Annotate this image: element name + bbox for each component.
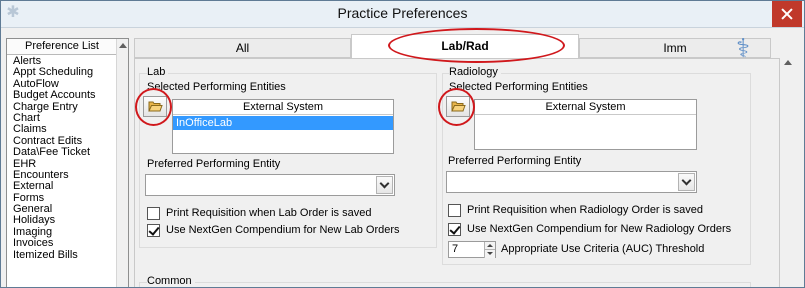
preference-list-header[interactable]: Preference List [7,39,117,55]
radiology-preferred-entity-select[interactable] [446,171,697,193]
preference-list[interactable]: Preference List Alerts Appt Scheduling A… [6,38,129,287]
lab-preferred-entity-select[interactable] [145,174,395,196]
chevron-down-icon [379,178,390,189]
pref-item-ehr[interactable]: EHR [13,159,113,170]
preference-items: Alerts Appt Scheduling AutoFlow Budget A… [13,56,113,261]
scroll-up-arrow-icon[interactable] [119,43,127,48]
spin-up-button[interactable] [484,242,495,250]
radiology-group-title: Radiology [449,66,501,78]
common-group-title: Common [147,275,195,287]
spin-down-button[interactable] [484,250,495,258]
lab-selected-entities-label: Selected Performing Entities [147,81,286,93]
pref-item-holidays[interactable]: Holidays [13,215,113,226]
lab-print-requisition-label: Print Requisition when Lab Order is save… [166,207,372,219]
pref-item-chart[interactable]: Chart [13,113,113,124]
radiology-entities-table[interactable]: External System [474,99,697,150]
pref-item-claims[interactable]: Claims [13,124,113,135]
dropdown-button[interactable] [376,176,393,194]
pref-item-external[interactable]: External [13,181,113,192]
pref-item-appt-scheduling[interactable]: Appt Scheduling [13,67,113,78]
pref-item-alerts[interactable]: Alerts [13,56,113,67]
auc-threshold-spinner[interactable]: 7 [448,241,496,258]
radiology-compendium-checkbox[interactable] [448,223,461,236]
radiology-compendium-label: Use NextGen Compendium for New Radiology… [467,223,732,235]
auc-threshold-label: Appropriate Use Criteria (AUC) Threshold [501,243,705,255]
dropdown-button[interactable] [678,173,695,191]
tab-scrollbar[interactable] [781,38,793,278]
chevron-down-icon [681,175,692,186]
close-button[interactable] [772,1,802,27]
pref-item-data-fee-ticket[interactable]: Data\Fee Ticket [13,147,113,158]
pref-item-forms[interactable]: Forms [13,193,113,204]
pref-item-budget-accounts[interactable]: Budget Accounts [13,90,113,101]
radiology-print-requisition-label: Print Requisition when Radiology Order i… [467,204,704,216]
pref-item-invoices[interactable]: Invoices [13,238,113,249]
tab-all[interactable]: All [134,38,351,58]
common-group [139,282,751,287]
lab-group-title: Lab [147,66,169,78]
lab-print-requisition-checkbox[interactable] [147,207,160,220]
annotation-circle-lab-rad-tab [388,28,565,63]
pref-item-imaging[interactable]: Imaging [13,227,113,238]
lab-entities-table[interactable]: External System InOfficeLab [172,99,394,154]
pref-item-encounters[interactable]: Encounters [13,170,113,181]
scroll-up-arrow-icon[interactable] [784,60,792,65]
annotation-circle-radiology-folder [438,88,475,126]
title-bar: ✱ Practice Preferences [1,1,804,28]
radiology-preferred-entity-label: Preferred Performing Entity [448,155,582,167]
practice-preferences-window: ✱ Practice Preferences Preference List A… [0,0,805,288]
auc-threshold-value[interactable]: 7 [452,243,458,255]
annotation-circle-lab-folder [135,88,172,126]
pref-item-itemized-bills[interactable]: Itemized Bills [13,250,113,261]
preference-list-scrollbar[interactable] [116,39,128,287]
lab-compendium-label: Use NextGen Compendium for New Lab Order… [166,224,400,236]
window-title: Practice Preferences [337,5,468,21]
radiology-print-requisition-checkbox[interactable] [448,204,461,217]
pref-item-general[interactable]: General [13,204,113,215]
radiology-selected-entities-label: Selected Performing Entities [449,81,588,93]
lab-compendium-checkbox[interactable] [147,224,160,237]
pref-item-charge-entry[interactable]: Charge Entry [13,102,113,113]
pref-item-contract-edits[interactable]: Contract Edits [13,136,113,147]
lab-preferred-entity-label: Preferred Performing Entity [147,158,281,170]
lab-entity-row[interactable]: InOfficeLab [173,116,393,130]
lab-table-header-external-system[interactable]: External System [173,100,393,115]
radiology-table-header-external-system[interactable]: External System [475,100,696,115]
pref-item-autoflow[interactable]: AutoFlow [13,79,113,90]
